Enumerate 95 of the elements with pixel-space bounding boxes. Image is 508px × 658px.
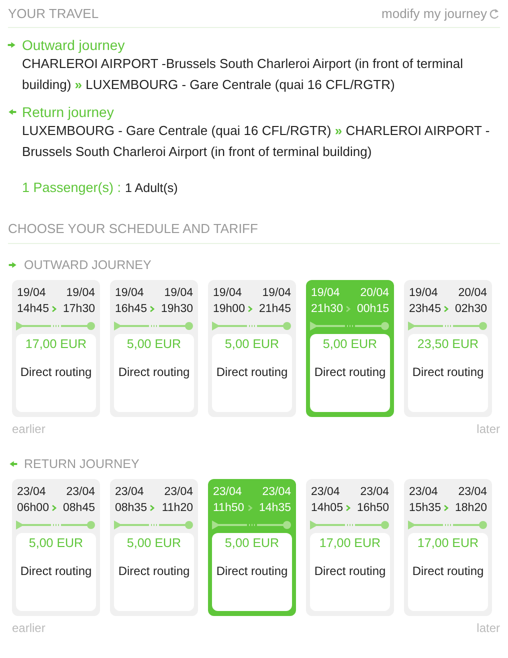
price: 5,00 EUR (224, 536, 280, 550)
arrival-date: 23/04 (163, 485, 193, 500)
chevron-icon (248, 505, 253, 511)
departure-time: 14h45 (17, 302, 50, 317)
chevron-icon (52, 505, 57, 511)
departure-date: 19/04 (213, 286, 243, 301)
journey-heading: OUTWARD JOURNEY (24, 258, 152, 272)
arrival-time: 17h30 (62, 302, 95, 317)
departure-date: 19/04 (115, 286, 145, 301)
price: 5,00 EUR (126, 337, 182, 351)
departure-date: 23/04 (115, 485, 145, 500)
chevron-icon (150, 505, 155, 511)
trip-card[interactable]: 19/04 19/04 14h45 17h30 17,00 EUR Direct routing (12, 280, 100, 417)
arrival-date: 20/04 (359, 286, 389, 301)
trip-card[interactable]: 23/04 23/04 11h50 14h35 5,00 EUR Direct routing (208, 479, 296, 616)
arrival-time: 08h45 (62, 501, 95, 516)
chevron-icon (150, 306, 155, 312)
departure-date: 19/04 (409, 286, 439, 301)
trip-card[interactable]: 19/04 19/04 19h00 21h45 5,00 EUR Direct routing (208, 280, 296, 417)
arrival-date: 23/04 (359, 485, 389, 500)
departure-time: 16h45 (115, 302, 148, 317)
departure-date: 23/04 (409, 485, 439, 500)
left-arrow-icon (7, 107, 17, 117)
price: 5,00 EUR (224, 337, 280, 351)
price: 5,00 EUR (322, 337, 378, 351)
price: 5,00 EUR (28, 536, 84, 550)
departure-time: 15h35 (409, 501, 442, 516)
routing-label: Direct routing (118, 364, 190, 380)
chevron-icon (444, 306, 449, 312)
trip-card[interactable]: 19/04 20/04 21h30 00h15 5,00 EUR Direct routing (306, 280, 394, 417)
journey-heading: RETURN JOURNEY (24, 457, 140, 471)
departure-date: 23/04 (17, 485, 47, 500)
arrival-time: 14h35 (258, 501, 291, 516)
price: 17,00 EUR (319, 536, 381, 550)
arrival-time: 19h30 (160, 302, 193, 317)
chevron-icon (346, 505, 351, 511)
departure-time: 06h00 (17, 501, 50, 516)
arrival-time: 00h15 (356, 302, 389, 317)
routing-label: Direct routing (314, 563, 386, 579)
arrival-date: 23/04 (261, 485, 291, 500)
departure-time: 11h50 (213, 501, 246, 516)
left-arrow-icon (8, 459, 18, 469)
price: 5,00 EUR (126, 536, 182, 550)
arrival-date: 19/04 (163, 286, 193, 301)
journey-heading: Return journey (22, 104, 114, 120)
chevron-icon (444, 505, 449, 511)
trip-card[interactable]: 23/04 23/04 15h35 18h20 17,00 EUR Direct routing (404, 479, 492, 616)
right-arrow-icon (8, 260, 18, 270)
trip-card[interactable]: 23/04 23/04 06h00 08h45 5,00 EUR Direct routing (12, 479, 100, 616)
routing-label: Direct routing (314, 364, 386, 380)
arrival-date: 23/04 (457, 485, 487, 500)
passengers-value: 1 Adult(s) (125, 181, 178, 195)
route-text: CHARLEROI AIRPORT -Brussels South Charleroi Airport (in front of terminal building) » LUXEMBOURG - Gare Centrale (quai 16 CFL/RGTR) (22, 55, 464, 94)
routing-label: Direct routing (216, 563, 288, 579)
route-text: LUXEMBOURG - Gare Centrale (quai 16 CFL/RGTR) » CHARLEROI AIRPORT - Brussels South Charleroi Airport (in front of terminal building) (22, 122, 491, 161)
departure-time: 21h30 (311, 302, 344, 317)
trip-card[interactable]: 23/04 23/04 08h35 11h20 5,00 EUR Direct routing (110, 479, 198, 616)
arrival-time: 21h45 (258, 302, 291, 317)
departure-time: 08h35 (115, 501, 148, 516)
trip-card[interactable]: 19/04 19/04 16h45 19h30 5,00 EUR Direct routing (110, 280, 198, 417)
price: 17,00 EUR (417, 536, 479, 550)
trip-card[interactable]: 23/04 23/04 14h05 16h50 17,00 EUR Direct routing (306, 479, 394, 616)
journey-heading: Outward journey (22, 37, 125, 53)
routing-label: Direct routing (20, 364, 92, 380)
arrival-date: 20/04 (457, 286, 487, 301)
arrival-date: 19/04 (261, 286, 291, 301)
price: 17,00 EUR (25, 337, 87, 351)
section-title: CHOOSE YOUR SCHEDULE AND TARIFF (8, 221, 500, 244)
departure-date: 23/04 (311, 485, 341, 500)
arrival-time: 02h30 (454, 302, 487, 317)
routing-label: Direct routing (118, 563, 190, 579)
section-title: YOUR TRAVEL (8, 6, 99, 21)
chevron-icon (346, 306, 351, 312)
arrival-date: 23/04 (65, 485, 95, 500)
chevron-icon (248, 306, 253, 312)
routing-label: Direct routing (412, 364, 484, 380)
refresh-icon (489, 8, 500, 20)
trip-card[interactable]: 19/04 20/04 23h45 02h30 23,50 EUR Direct routing (404, 280, 492, 417)
routing-label: Direct routing (216, 364, 288, 380)
arrival-time: 16h50 (356, 501, 389, 516)
departure-date: 19/04 (17, 286, 47, 301)
departure-time: 23h45 (409, 302, 442, 317)
arrival-date: 19/04 (65, 286, 95, 301)
departure-date: 23/04 (213, 485, 243, 500)
arrival-time: 18h20 (454, 501, 487, 516)
departure-time: 14h05 (311, 501, 344, 516)
departure-date: 19/04 (311, 286, 341, 301)
chevron-icon (52, 306, 57, 312)
departure-time: 19h00 (213, 302, 246, 317)
routing-label: Direct routing (412, 563, 484, 579)
passengers-label: 1 Passenger(s) : (22, 180, 122, 195)
price: 23,50 EUR (417, 337, 479, 351)
arrival-time: 11h20 (160, 501, 193, 516)
right-arrow-icon (7, 40, 17, 50)
routing-label: Direct routing (20, 563, 92, 579)
